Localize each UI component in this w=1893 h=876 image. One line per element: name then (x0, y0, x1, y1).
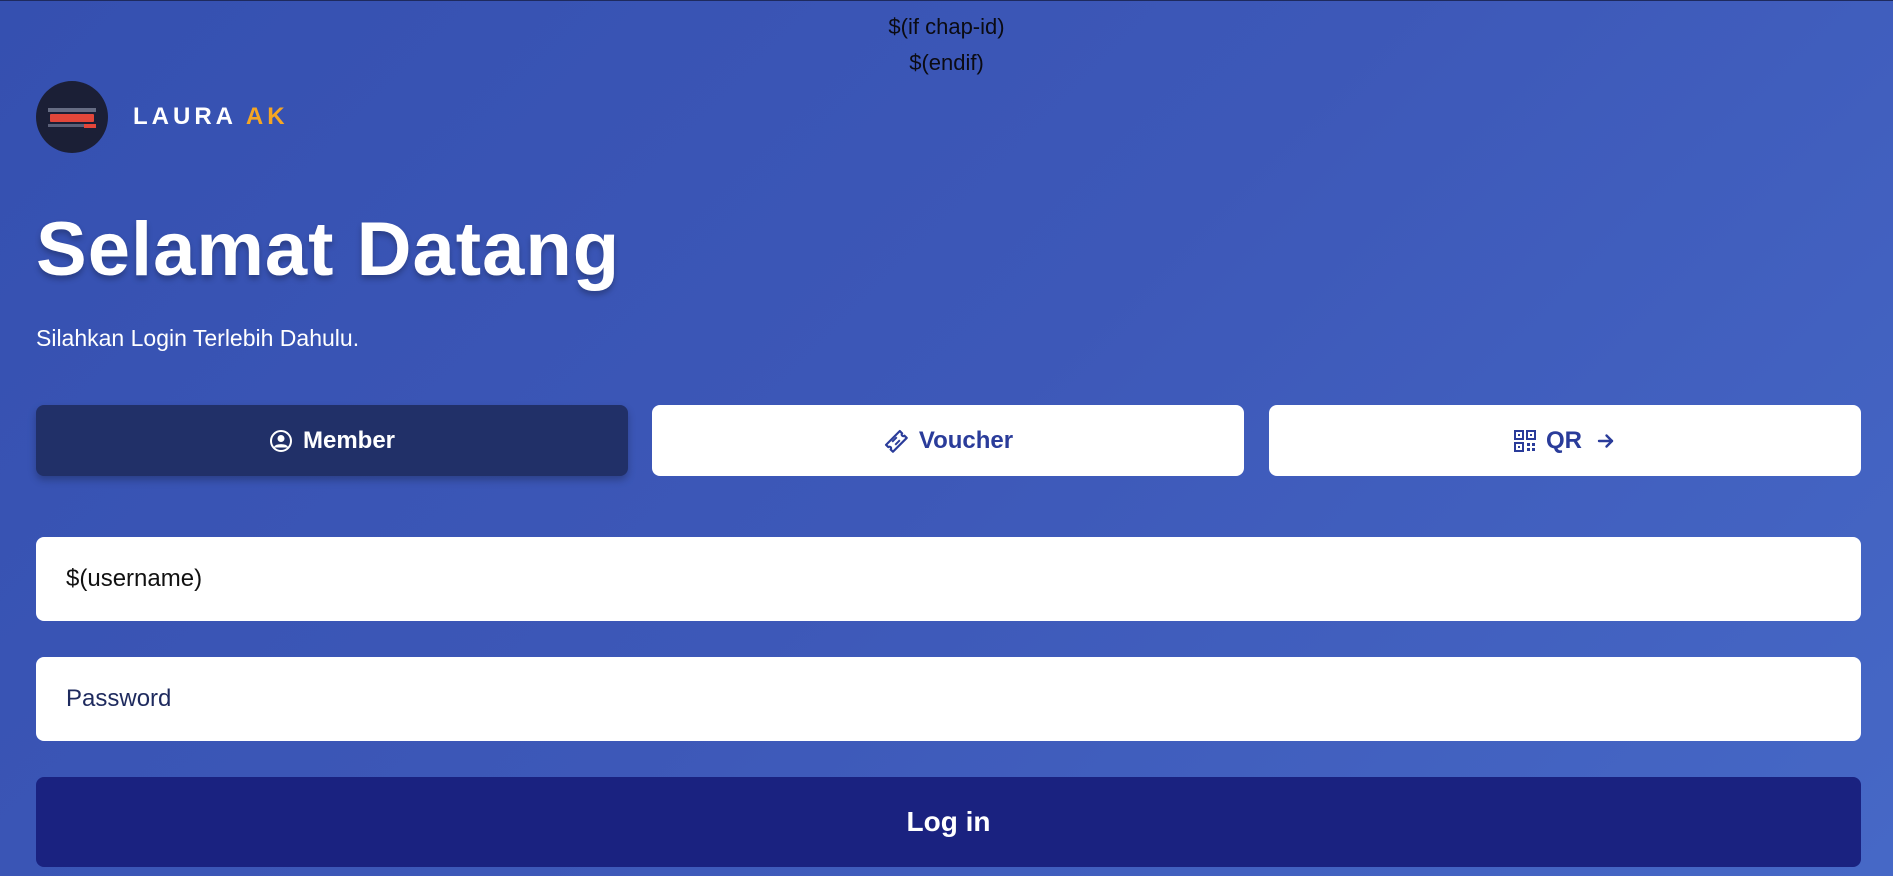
brand: LAURA AK (36, 81, 289, 153)
chap-endif-directive: $(endif) (909, 50, 984, 75)
ticket-icon (883, 428, 909, 454)
tab-qr[interactable]: QR (1269, 405, 1861, 476)
brand-logo (36, 81, 108, 153)
welcome-subtitle: Silahkan Login Terlebih Dahulu. (36, 325, 360, 351)
tab-member[interactable]: Member (36, 405, 628, 476)
brand-name-accent: AK (245, 103, 289, 130)
qr-code-icon (1514, 429, 1536, 452)
arrow-right-icon (1596, 431, 1616, 451)
user-circle-icon (269, 429, 293, 453)
password-input[interactable] (36, 657, 1861, 741)
tab-qr-label: QR (1546, 426, 1582, 454)
tab-member-label: Member (302, 426, 396, 454)
chap-if-directive: $(if chap-id) (888, 14, 1005, 39)
welcome-title: Selamat Datang (36, 207, 621, 292)
tab-voucher[interactable]: Voucher (652, 405, 1244, 476)
brand-name: LAURA AK (133, 103, 289, 131)
tab-voucher-label: Voucher (918, 426, 1014, 454)
brand-name-main: LAURA (133, 103, 237, 130)
top-border (0, 0, 1893, 1)
login-button[interactable]: Log in (36, 777, 1861, 867)
username-input[interactable] (36, 537, 1861, 621)
